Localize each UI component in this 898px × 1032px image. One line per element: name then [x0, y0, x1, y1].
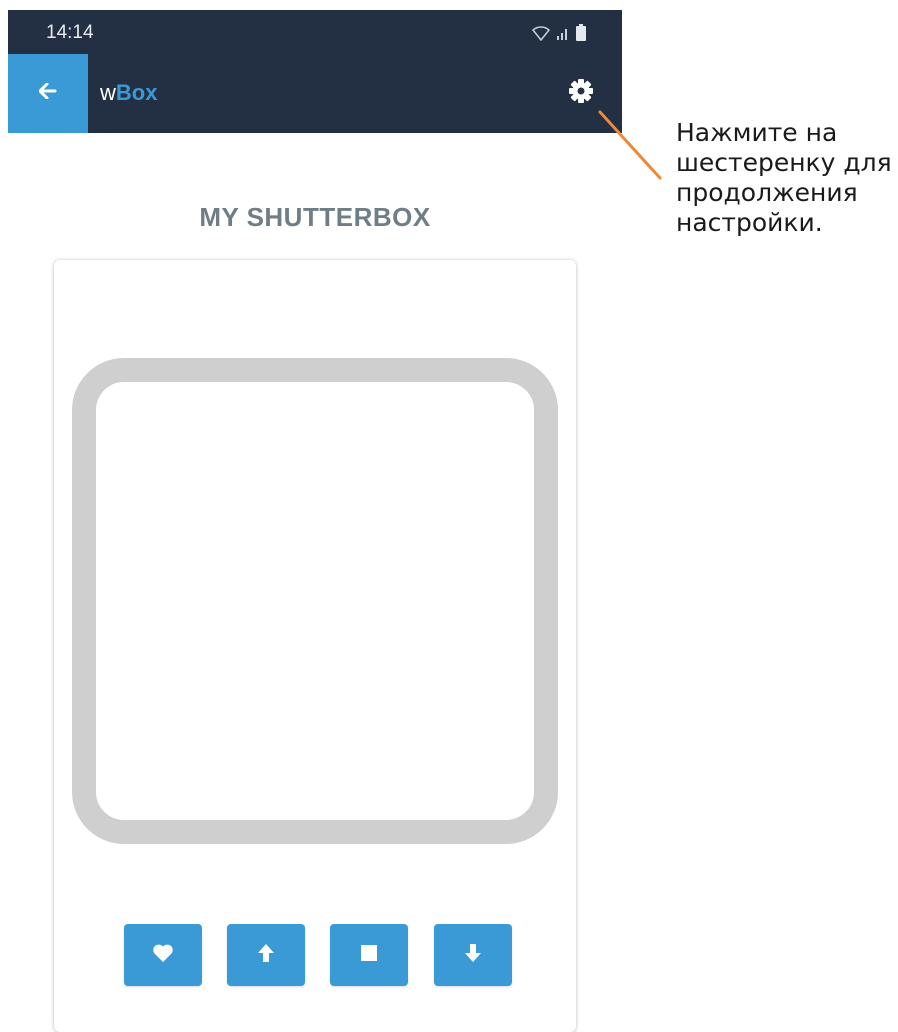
device-card: [54, 260, 576, 1032]
control-buttons: [124, 924, 512, 986]
app-title-accent: Box: [115, 80, 158, 105]
stop-icon: [361, 944, 377, 966]
open-button[interactable]: [227, 924, 305, 986]
app-title-prefix: w: [100, 80, 116, 105]
heart-icon: [152, 943, 174, 968]
favorite-button[interactable]: [124, 924, 202, 986]
shutter-visual: [72, 358, 558, 844]
device-title: MY SHUTTERBOX: [199, 202, 431, 232]
arrow-left-icon: [38, 82, 57, 104]
phone-screen: 14:14 wBox MY SHUTTERBOX: [8, 10, 622, 1032]
stop-button[interactable]: [330, 924, 408, 986]
screenshot-stage: 14:14 wBox MY SHUTTERBOX Нажмите на шест…: [0, 0, 898, 1032]
back-button[interactable]: [8, 54, 88, 133]
settings-button[interactable]: [564, 76, 598, 110]
app-title: wBox: [100, 80, 157, 106]
battery-icon: [576, 24, 586, 46]
status-icons: [531, 24, 586, 46]
status-bar: 14:14: [8, 10, 622, 54]
status-time: 14:14: [46, 22, 94, 43]
arrow-up-icon: [257, 943, 275, 968]
wifi-icon: [531, 25, 551, 46]
signal-icon: [556, 25, 570, 46]
app-bar: wBox: [8, 54, 622, 133]
annotation-text: Нажмите на шестеренку для продолжения на…: [676, 118, 892, 237]
arrow-down-icon: [464, 943, 482, 968]
gear-icon: [568, 78, 594, 109]
close-button[interactable]: [434, 924, 512, 986]
